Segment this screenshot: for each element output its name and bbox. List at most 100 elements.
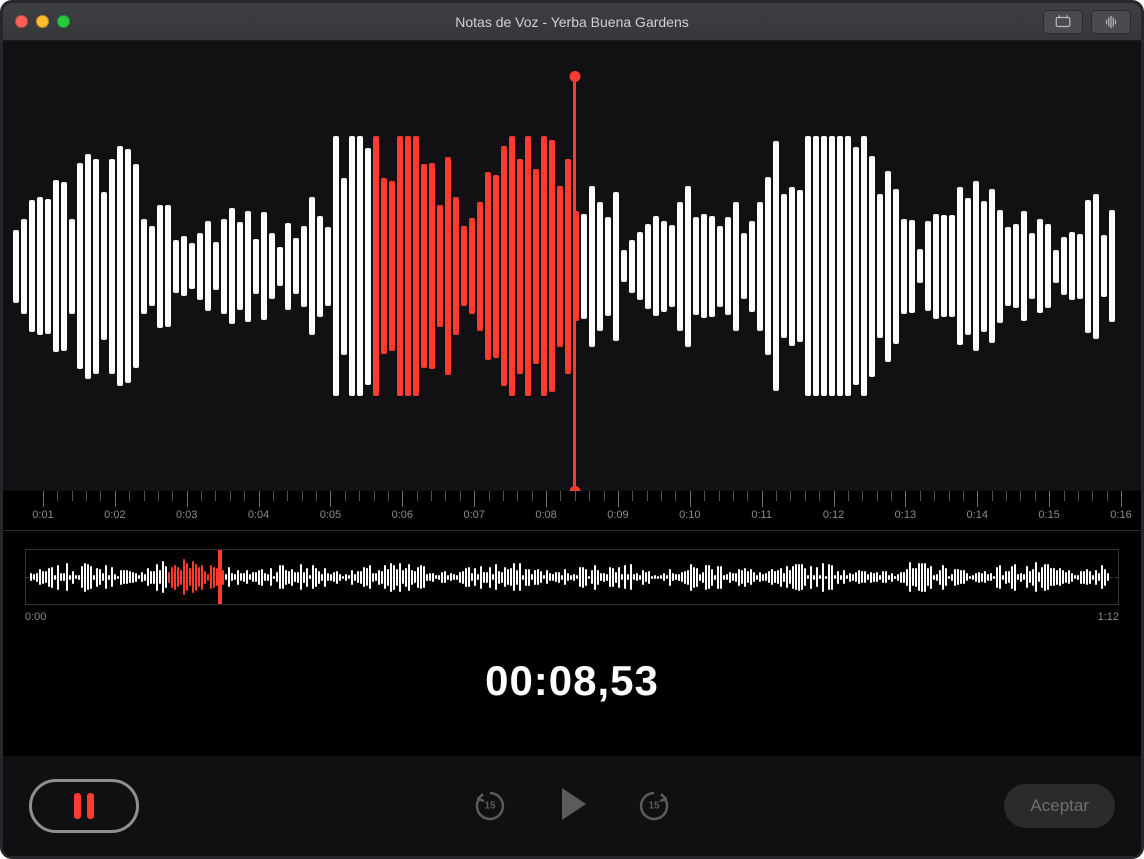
waveform-bar (805, 136, 811, 396)
waveform-bar (253, 239, 259, 294)
waveform-bar (245, 211, 251, 322)
trim-button[interactable] (1043, 10, 1083, 34)
waveform-bar (117, 146, 123, 386)
waveform-bar (389, 181, 395, 351)
pause-recording-button[interactable] (29, 779, 139, 833)
ruler-label: 0:14 (967, 509, 988, 521)
waveform-bar (69, 219, 75, 314)
ruler-label: 0:09 (607, 509, 628, 521)
enhance-button[interactable] (1091, 10, 1131, 34)
waveform-bar (85, 154, 91, 379)
skip-forward-button[interactable]: 15 (636, 788, 672, 824)
ruler-label: 0:02 (104, 509, 125, 521)
waveform-bar (965, 198, 971, 335)
waveform-bar (165, 205, 171, 327)
playhead[interactable] (573, 77, 576, 491)
waveform-bar (365, 148, 371, 385)
waveform-bar (1069, 232, 1075, 300)
waveform-bar (37, 197, 43, 335)
waveform-bar (149, 226, 155, 306)
waveform-bar (933, 214, 939, 319)
waveform-bar (997, 210, 1003, 323)
waveform-bar (101, 192, 107, 340)
waveform-bar (373, 136, 379, 396)
waveform-bar (157, 205, 163, 328)
ruler-label: 0:16 (1110, 509, 1131, 521)
waveform-bar (893, 189, 899, 344)
waveform-bar (525, 136, 531, 396)
close-window-button[interactable] (15, 15, 28, 28)
waveform-bar (877, 194, 883, 338)
waveform-bar (973, 181, 979, 351)
waveform-bar (1093, 194, 1099, 339)
waveform-bar (1109, 210, 1115, 322)
overview-waveform[interactable] (25, 549, 1119, 605)
waveform-bar (765, 177, 771, 355)
waveform-bar (261, 212, 267, 320)
ruler-label: 0:06 (392, 509, 413, 521)
waveform-bar (829, 136, 835, 396)
waveform-bar (237, 222, 243, 310)
waveform-bar (269, 233, 275, 299)
waveform-bar (493, 175, 499, 358)
accept-button[interactable]: Aceptar (1004, 784, 1115, 828)
waveform-bar (1045, 224, 1051, 308)
waveform-bar (125, 149, 131, 383)
waveform-bar (509, 136, 515, 396)
window-controls (15, 15, 70, 28)
waveform-bar (957, 187, 963, 345)
ruler-label: 0:08 (535, 509, 556, 521)
overview-playhead[interactable] (218, 549, 222, 605)
waveform-bar (621, 250, 627, 282)
ruler-label: 0:05 (320, 509, 341, 521)
maximize-window-button[interactable] (57, 15, 70, 28)
waveform-bar (725, 217, 731, 315)
waveform-bar (413, 136, 419, 396)
waveform-bar (181, 236, 187, 296)
waveform-bar (1037, 219, 1043, 313)
waveform-bar (109, 159, 115, 374)
waveform-bar (197, 233, 203, 300)
waveform-bar (285, 223, 291, 310)
waveform-bar (133, 164, 139, 368)
waveform-bar (205, 221, 211, 311)
waveform-bar (77, 163, 83, 369)
waveform-bar (909, 220, 915, 313)
play-button[interactable] (550, 782, 594, 831)
waveform-bar (61, 182, 67, 351)
skip-back-button[interactable]: 15 (472, 788, 508, 824)
waveform-bar (925, 221, 931, 311)
ruler-label: 0:15 (1038, 509, 1059, 521)
titlebar: Notas de Voz - Yerba Buena Gardens (3, 3, 1141, 41)
waveform-bar (901, 219, 907, 314)
ruler-label: 0:04 (248, 509, 269, 521)
ruler-label: 0:12 (823, 509, 844, 521)
waveform-bar (989, 189, 995, 343)
current-time-display: 00:08,53 (3, 657, 1141, 705)
waveform-bar (29, 200, 35, 332)
waveform-bar (861, 136, 867, 396)
waveform-bar (1101, 235, 1107, 297)
waveform-bar (613, 192, 619, 341)
transport-controls: 15 15 Aceptar (3, 756, 1141, 856)
ruler-label: 0:11 (751, 509, 772, 521)
waveform-bar (821, 136, 827, 396)
minimize-window-button[interactable] (36, 15, 49, 28)
waveform-bar (317, 216, 323, 317)
waveform-bar (381, 178, 387, 354)
waveform-bar (517, 159, 523, 374)
waveform-bar (589, 186, 595, 347)
waveform-bar (885, 171, 891, 362)
waveform-bar (661, 221, 667, 312)
main-waveform-area[interactable] (3, 41, 1141, 491)
time-ruler[interactable]: 0:010:020:030:040:050:060:070:080:090:10… (3, 491, 1141, 531)
waveform-bar (605, 217, 611, 316)
waveform-bar (949, 215, 955, 317)
play-icon (550, 782, 594, 826)
waveform-bar (173, 240, 179, 293)
waveform-bar (1085, 200, 1091, 333)
waveform-bar (917, 249, 923, 283)
waveform-bar (141, 219, 147, 314)
waveform-bar (485, 172, 491, 360)
waveform-bar (685, 186, 691, 347)
